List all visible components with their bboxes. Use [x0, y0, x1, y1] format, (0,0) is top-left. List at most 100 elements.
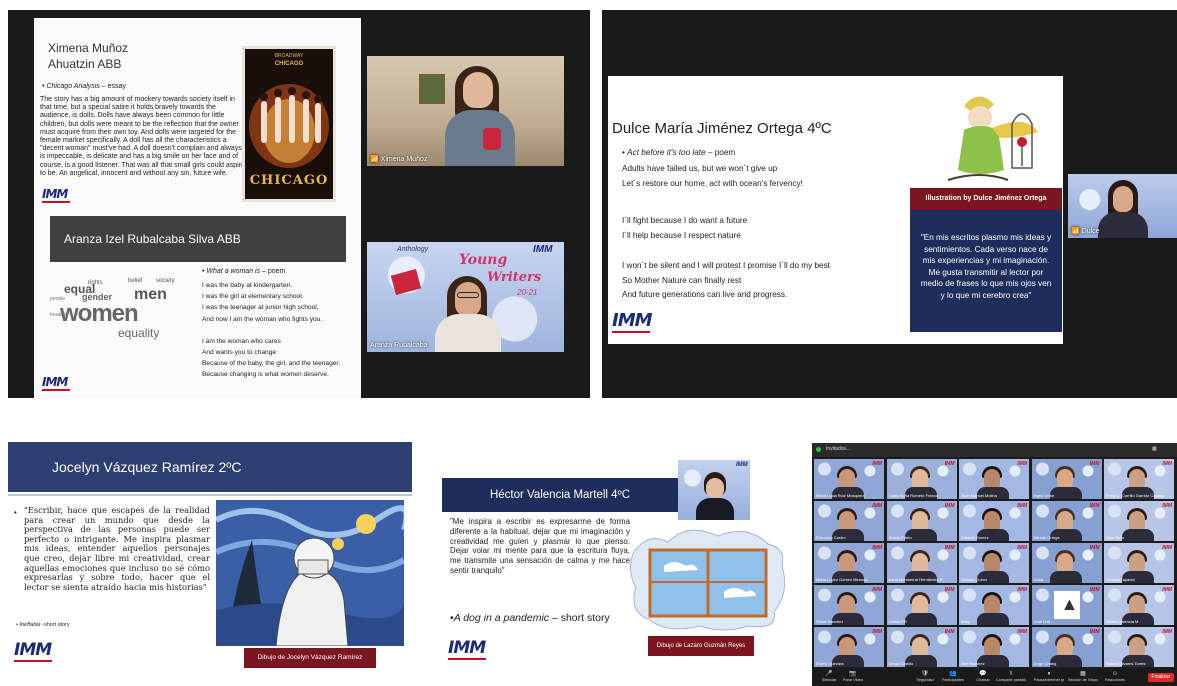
webcam-dulce[interactable]: 📶 Dulce — [1068, 174, 1177, 238]
participant-tile[interactable]: IMM Ximena Tapadal — [1104, 543, 1174, 583]
imm-badge: IMM — [944, 461, 955, 467]
imm-badge: IMM — [1162, 629, 1172, 635]
participant-tile[interactable]: IMM Emily C. Carrillo Garrido Casillas — [1104, 459, 1174, 499]
starry-night-drawing — [216, 500, 404, 646]
participant-tile[interactable]: IMM Jorge Chang — [1031, 627, 1102, 667]
work-type: – essay — [99, 83, 126, 90]
participant-tile[interactable]: IMM Daniela Gómez — [959, 501, 1029, 541]
imm-badge: IMM — [944, 587, 955, 593]
face — [463, 72, 493, 108]
slide-title-bar: Héctor Valencia Martell 4ºC — [442, 478, 678, 512]
poster-top-text: BROADWAY — [274, 53, 304, 59]
participant-tile[interactable]: IMM Laura Sofía Romero Franco — [886, 459, 957, 499]
clothing — [904, 613, 937, 625]
poem-stanza-2: I´ll fight because I do want a future I´… — [622, 214, 747, 243]
little-prince-illustration — [947, 96, 1038, 181]
participant-name: Oscar Sanchez — [816, 619, 844, 624]
poem-line: Adults have failed us, but we won´t give… — [622, 164, 778, 173]
imm-logo: IMM — [42, 188, 72, 206]
webcam-aranza[interactable]: Anthology Young Writers 20-21 IMM Aranza… — [367, 242, 564, 352]
window-drawing — [630, 529, 786, 631]
cloud-word: women — [60, 300, 139, 327]
participant-tile[interactable]: ▲ IMM José Luis — [1031, 585, 1102, 625]
participant-tile[interactable]: IMM Hector Valencia M. — [1104, 585, 1174, 625]
cloud-word: men — [134, 286, 167, 303]
participant-name: Alan Solís — [1106, 535, 1125, 540]
drawing-caption: Dibujo de Jocelyn Vázquez Ramírez — [244, 648, 376, 668]
slide-title-bar: Aranza Izel Rubalcaba Silva ABB — [50, 216, 346, 262]
work-title: •A dog in a pandemic – short story — [450, 612, 610, 624]
shirt — [445, 110, 515, 166]
poem-line: I won´t be silent and I will protest I p… — [622, 261, 830, 270]
participant-tile[interactable]: IMM Oscar Sanchez — [814, 585, 884, 625]
work-title-italic: Ineffable — [19, 622, 41, 628]
pause-recording-button[interactable]: ⏸Pausar/detener grabación — [1034, 670, 1064, 683]
breakout-rooms-button[interactable]: ▦ Sección de Grupos — [1068, 670, 1098, 683]
poster-subtitle: CHICAGO — [274, 61, 304, 67]
participant-tile[interactable]: IMM Mary — [959, 585, 1029, 625]
face — [911, 637, 928, 657]
bg-young-text: Young — [459, 252, 508, 268]
poster-dancers-art — [249, 84, 329, 168]
participant-tile[interactable]: IMM Dirección Castro — [814, 501, 884, 541]
drawing-caption: Dibujo de Lazaro Guzmán Reyes — [648, 636, 754, 656]
end-meeting-button[interactable]: Finalizar — [1148, 673, 1174, 682]
author-name-line2: Ahuatzin ABB — [48, 57, 122, 71]
author-photo: IMM — [678, 460, 750, 520]
reactions-button[interactable]: ☺ Reacciones — [1100, 670, 1130, 683]
poem-line: Let´s restore our home, act with ocean's… — [622, 178, 803, 188]
imm-badge: IMM — [1162, 545, 1172, 551]
author-name-line1: Ximena Muñoz — [48, 41, 129, 55]
slide-hector: Héctor Valencia Martell 4ºC IMM "Me insp… — [426, 440, 798, 686]
participant-tile[interactable]: IMM Carlos PR — [886, 585, 957, 625]
participants-button[interactable]: 👥 Participantes — [938, 670, 968, 683]
imm-logo: IMM — [448, 640, 488, 660]
share-screen-button[interactable]: ⬆ Compartir pantalla — [996, 670, 1026, 683]
stop-video-icon: 📷 — [849, 671, 857, 677]
participant-name: Joel Ramírez — [961, 661, 985, 666]
imm-badge: IMM — [872, 503, 882, 509]
participant-tile[interactable]: IMM Maria López Gómez Miranda — [814, 543, 884, 583]
imm-logo-text: IMM — [42, 375, 68, 389]
participant-tile[interactable]: IMM Alan Solís — [1104, 501, 1174, 541]
view-toggle-icon[interactable]: ▦ — [1152, 446, 1157, 452]
work-type: -short story — [40, 622, 70, 628]
participant-name: Ingrid Uribe — [1033, 493, 1055, 498]
face — [984, 511, 1000, 531]
participant-tile[interactable]: IMM Emely Guevara — [814, 627, 884, 667]
face — [1129, 553, 1145, 573]
stop-video-button[interactable]: 📷 Parar Video — [838, 670, 868, 683]
imm-badge: IMM — [944, 503, 955, 509]
participant-tile[interactable]: IMM Ingrid Uribe — [1031, 459, 1102, 499]
participant-name: Victoria Quiroz — [961, 577, 988, 582]
participant-tile[interactable]: IMM Ariana Prieto — [886, 501, 957, 541]
participant-tile[interactable]: IMM Karla Montserrat Hernández R. — [886, 543, 957, 583]
participant-name: Jorge Chang — [1033, 661, 1057, 666]
slide-aranza: Aranza Izel Rubalcaba Silva ABB rights b… — [34, 206, 361, 398]
participant-name: Maria López Gómez Miranda — [816, 577, 868, 582]
participant-tile[interactable]: IMM Joel Ramírez — [959, 627, 1029, 667]
participant-name: Juan Manuel Molina — [961, 493, 997, 498]
participant-tile[interactable]: IMM Diego Castillo — [886, 627, 957, 667]
participant-tile[interactable]: IMM Briana Olivares Torres — [1104, 627, 1174, 667]
participant-tile[interactable]: IMM Omar — [1031, 543, 1102, 583]
participant-tile[interactable]: IMM Alfredo Ortega — [1031, 501, 1102, 541]
toolbar-label: Parar Video — [843, 678, 863, 682]
author-quote-box: "En mis escritos plasmo mis ideas y sent… — [910, 210, 1062, 332]
slide-title: Dulce María Jiménez Ortega 4ºC — [612, 120, 832, 137]
participant-tile[interactable]: IMM Maria Lucia Ruiz Mosquera — [814, 459, 884, 499]
toolbar-label: Reacciones — [1105, 678, 1125, 682]
participant-tile[interactable]: IMM Victoria Quiroz — [959, 543, 1029, 583]
security-button[interactable]: 🛡 Seguridad — [910, 670, 940, 683]
chat-button[interactable]: 💬 Chatear — [968, 670, 998, 683]
participant-name: Emily C. Carrillo Garrido Casillas — [1106, 493, 1165, 498]
imm-badge: IMM — [872, 545, 882, 551]
poem-line: I was the girl at elementary school. — [202, 293, 304, 301]
author-quote: "Escribir, hace que escapes de la realid… — [24, 505, 210, 592]
slide-title-bar: Jocelyn Vázquez Ramírez 2ºC — [8, 442, 412, 492]
participant-tile[interactable]: IMM Juan Manuel Molina — [959, 459, 1029, 499]
zoom-gallery-window: Invitados... ▦ IMM Maria Lucia Ruiz Mosqu… — [812, 443, 1177, 686]
chicago-poster: BROADWAY CHICAGO CHICAGO — [242, 46, 336, 202]
webcam-ximena[interactable]: 📶 Ximena Muñoz — [367, 56, 564, 166]
participant-name: Karla Montserrat Hernández R. — [888, 577, 944, 582]
